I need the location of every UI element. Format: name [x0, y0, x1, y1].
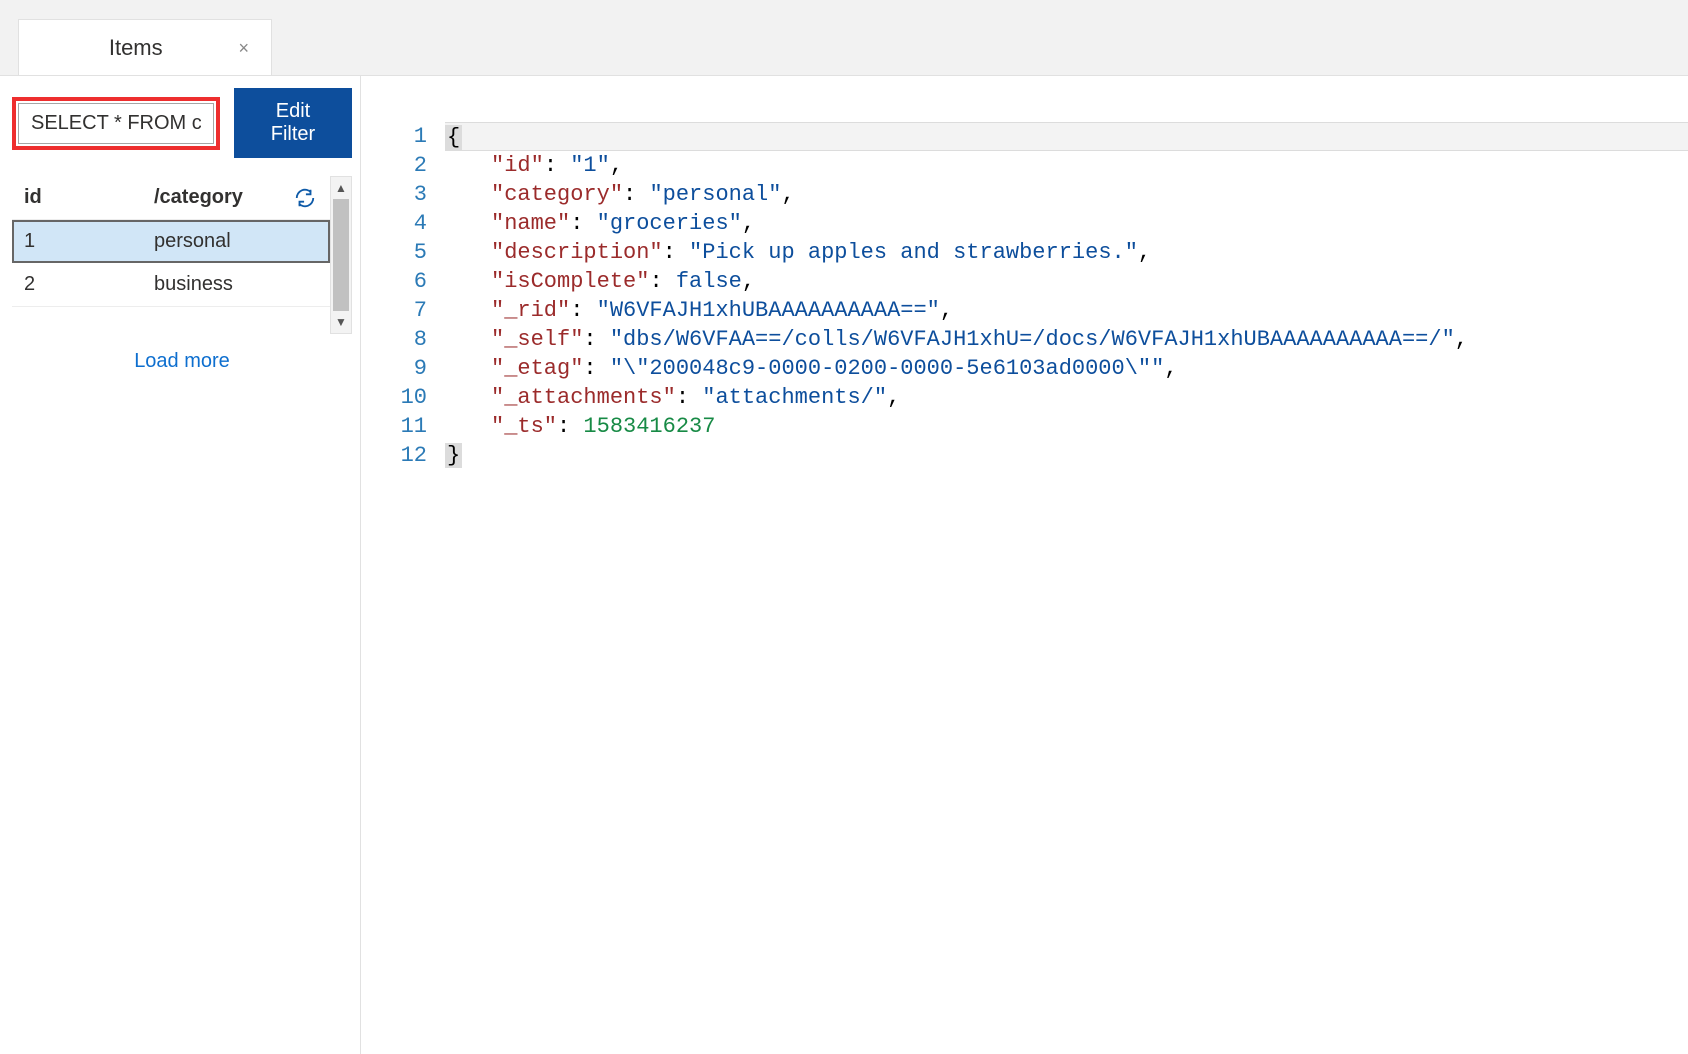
tab-label: Items: [37, 35, 234, 61]
cell-id: 1: [24, 230, 154, 253]
tab-strip: Items ×: [0, 0, 1688, 76]
filter-input[interactable]: [18, 103, 214, 144]
results-scrollbar[interactable]: ▲ ▼: [330, 176, 352, 334]
scroll-down-icon[interactable]: ▼: [335, 315, 347, 329]
cell-category: business: [154, 273, 292, 296]
document-editor[interactable]: 123456789101112 {"id": "1","category": "…: [360, 76, 1688, 1054]
results-list: id /category 1 personal 2: [12, 176, 330, 334]
content-area: Edit Filter id /category 1 personal: [0, 76, 1688, 1054]
line-gutter: 123456789101112: [361, 122, 445, 1054]
scroll-thumb[interactable]: [333, 199, 349, 311]
table-row[interactable]: 1 personal: [12, 220, 330, 263]
filter-input-highlight: [12, 97, 220, 150]
load-more-link[interactable]: Load more: [12, 334, 352, 389]
edit-filter-button[interactable]: Edit Filter: [234, 88, 352, 158]
cell-category: personal: [154, 230, 292, 253]
tab-items[interactable]: Items ×: [18, 19, 272, 75]
column-header-category[interactable]: /category: [154, 186, 292, 209]
filter-row: Edit Filter: [12, 88, 352, 158]
column-header-id[interactable]: id: [24, 186, 154, 209]
table-row[interactable]: 2 business: [12, 263, 330, 307]
code-area[interactable]: {"id": "1","category": "personal","name"…: [445, 122, 1688, 1054]
refresh-icon[interactable]: [292, 187, 318, 209]
scroll-up-icon[interactable]: ▲: [335, 181, 347, 195]
results-wrap: id /category 1 personal 2: [12, 176, 352, 334]
close-icon[interactable]: ×: [234, 39, 253, 57]
cell-id: 2: [24, 273, 154, 296]
results-header: id /category: [12, 176, 330, 220]
left-panel: Edit Filter id /category 1 personal: [0, 76, 360, 1054]
